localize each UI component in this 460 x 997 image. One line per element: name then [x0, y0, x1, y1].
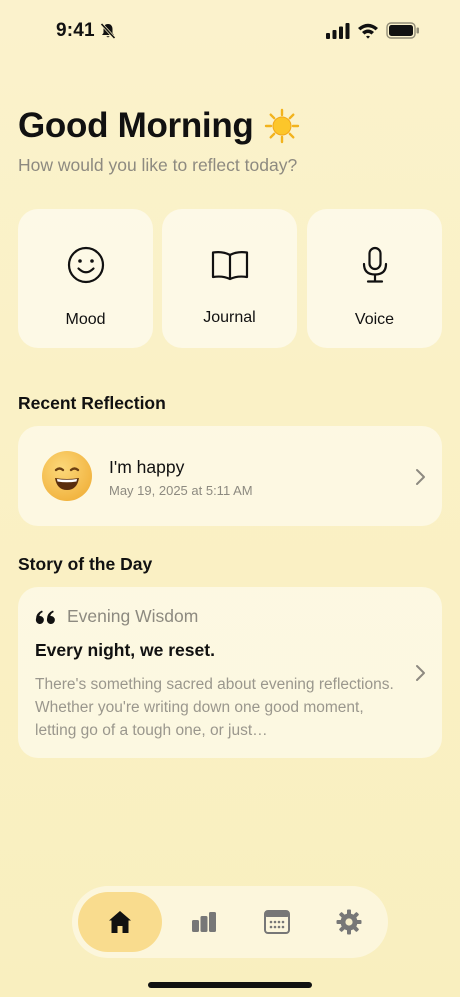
page-title: Good Morning [18, 106, 300, 146]
bar-chart-icon [192, 912, 216, 932]
status-time: 9:41 [56, 20, 95, 41]
story-excerpt: There's something sacred about evening r… [35, 676, 394, 739]
quote-icon [35, 610, 55, 624]
chevron-right-icon [416, 469, 425, 485]
greeting-text: Good Morning [18, 106, 254, 145]
recent-reflection-heading: Recent Reflection [18, 393, 166, 413]
journal-card-label: Journal [203, 309, 256, 326]
home-icon [109, 911, 131, 933]
calendar-icon [264, 910, 290, 934]
journal-card[interactable]: Journal [162, 209, 297, 348]
story-of-day-heading: Story of the Day [18, 554, 153, 574]
tab-home[interactable] [78, 892, 162, 952]
book-icon [211, 250, 248, 281]
mood-card[interactable]: Mood [18, 209, 153, 348]
bell-muted-icon [100, 22, 116, 40]
chevron-right-icon [416, 665, 425, 681]
sun-icon [264, 108, 299, 144]
story-eyebrow: Evening Wisdom [67, 606, 199, 626]
happy-face-icon [42, 451, 92, 501]
microphone-icon [362, 246, 387, 283]
recent-reflection-date: May 19, 2025 at 5:11 AM [109, 483, 253, 498]
wifi-icon [358, 23, 378, 39]
home-indicator[interactable] [148, 982, 312, 988]
recent-reflection-title: I'm happy [109, 457, 185, 477]
recent-reflection-card[interactable]: I'm happy May 19, 2025 at 5:11 AM [18, 426, 442, 526]
page-subtitle: How would you like to reflect today? [18, 155, 298, 175]
gear-icon [336, 909, 362, 935]
tab-bar [72, 886, 388, 958]
signal-icon [326, 23, 350, 39]
tab-settings[interactable] [307, 892, 391, 952]
reflection-actions: Mood Journal Voice [18, 209, 442, 348]
story-card[interactable]: Evening Wisdom Every night, we reset. Th… [18, 587, 442, 758]
voice-card-label: Voice [354, 311, 395, 328]
voice-card[interactable]: Voice [307, 209, 442, 348]
status-bar: 9:41 [0, 0, 460, 62]
battery-icon [386, 22, 419, 39]
tab-stats[interactable] [162, 892, 246, 952]
smile-icon [67, 246, 104, 284]
story-heading: Every night, we reset. [35, 640, 215, 660]
mood-card-label: Mood [65, 311, 106, 328]
